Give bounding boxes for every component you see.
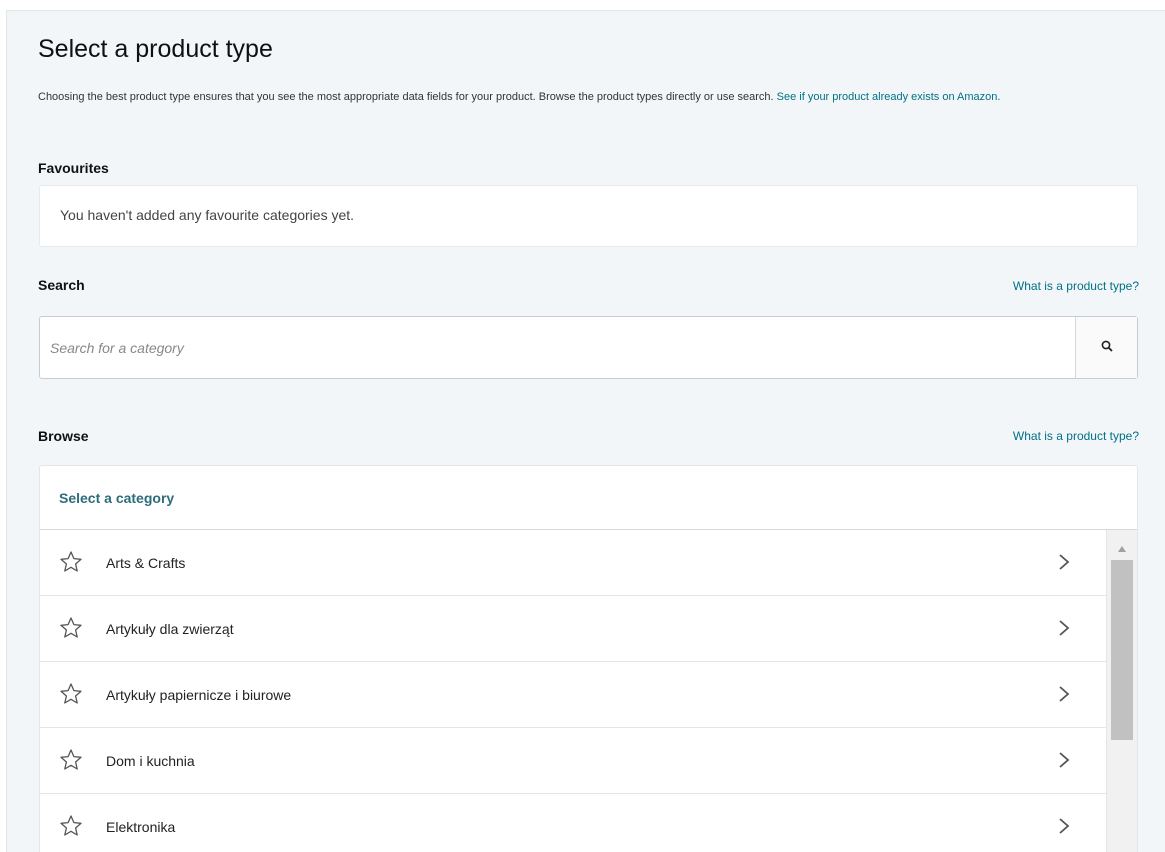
browse-box: Select a category Arts & Crafts Artykuły… [39, 465, 1138, 852]
star-icon[interactable] [59, 682, 83, 706]
search-input[interactable] [40, 317, 1075, 378]
product-type-panel: Select a product type Choosing the best … [6, 10, 1165, 852]
category-item-artykuly-papiernicze[interactable]: Artykuły papiernicze i biurowe [40, 662, 1108, 728]
chevron-right-icon [1058, 553, 1070, 571]
search-label: Search [38, 277, 85, 293]
star-icon[interactable] [59, 550, 83, 574]
category-label: Arts & Crafts [106, 554, 186, 571]
category-label: Artykuły dla zwierząt [106, 620, 234, 637]
chevron-right-icon [1058, 751, 1070, 769]
existing-product-link[interactable]: See if your product already exists on Am… [777, 91, 1001, 103]
scrollbar-thumb[interactable] [1111, 560, 1133, 740]
chevron-right-icon [1058, 619, 1070, 637]
category-label: Elektronika [106, 818, 176, 835]
favourites-label: Favourites [38, 160, 109, 176]
select-category-heading: Select a category [59, 489, 175, 506]
chevron-right-icon [1058, 817, 1070, 835]
page-title: Select a product type [38, 35, 273, 63]
search-icon [1101, 339, 1113, 357]
category-label: Dom i kuchnia [106, 752, 195, 769]
category-label: Artykuły papiernicze i biurowe [106, 686, 292, 703]
star-icon[interactable] [59, 814, 83, 838]
search-help-link[interactable]: What is a product type? [1013, 279, 1139, 293]
star-icon[interactable] [59, 748, 83, 772]
star-icon[interactable] [59, 616, 83, 640]
category-item-arts-crafts[interactable]: Arts & Crafts [40, 530, 1108, 596]
favourites-empty-message: You haven't added any favourite categori… [60, 207, 355, 223]
chevron-right-icon [1058, 685, 1070, 703]
browse-help-link[interactable]: What is a product type? [1013, 429, 1139, 443]
page-description: Choosing the best product type ensures t… [38, 86, 1118, 108]
scroll-up-arrow-icon[interactable] [1117, 540, 1127, 552]
category-item-dom-i-kuchnia[interactable]: Dom i kuchnia [40, 728, 1108, 794]
browse-header: Select a category [40, 466, 1137, 530]
browse-label: Browse [38, 428, 89, 444]
category-list: Arts & Crafts Artykuły dla zwierząt Arty… [40, 530, 1108, 852]
search-button[interactable] [1075, 317, 1137, 378]
favourites-box: You haven't added any favourite categori… [39, 185, 1138, 247]
description-text: Choosing the best product type ensures t… [38, 91, 774, 103]
category-item-elektronika[interactable]: Elektronika [40, 794, 1108, 852]
search-bar [39, 316, 1138, 379]
category-item-artykuly-dla-zwierzat[interactable]: Artykuły dla zwierząt [40, 596, 1108, 662]
category-scrollbar[interactable] [1106, 530, 1137, 852]
